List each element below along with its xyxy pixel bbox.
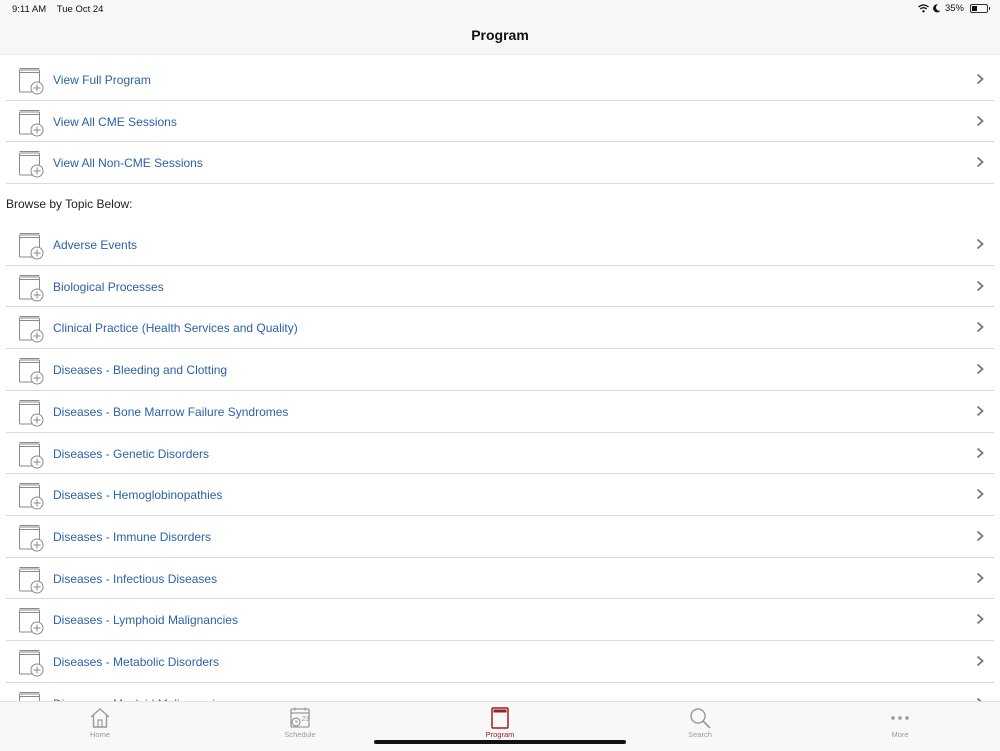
program-item-row[interactable]: View All Non-CME Sessions <box>6 142 994 185</box>
chevron-right-icon <box>976 447 984 458</box>
chevron-right-icon <box>976 363 984 375</box>
topic-item-label: Diseases - Immune Disorders <box>53 529 212 544</box>
add-book-icon <box>19 649 44 677</box>
tab-program-label: Program <box>485 730 515 739</box>
moon-icon <box>933 4 941 13</box>
add-book-icon <box>19 151 44 178</box>
topic-item-row[interactable]: Diseases - Immune Disorders <box>6 516 994 558</box>
status-bar: 9:11 AM Tue Oct 24 35% <box>0 0 1000 18</box>
program-item-label: View All CME Sessions <box>53 114 177 129</box>
add-book-icon <box>19 233 44 260</box>
add-book-icon <box>19 483 44 510</box>
topic-item-label: Diseases - Bleeding and Clotting <box>53 363 228 378</box>
program-item-label: View All Non-CME Sessions <box>53 156 203 171</box>
chevron-right-icon <box>976 614 984 625</box>
topic-item-row[interactable]: Diseases - Hemoglobinopathies <box>6 474 994 516</box>
status-date: Tue Oct 24 <box>56 4 104 15</box>
chevron-right-icon <box>976 238 984 250</box>
calendar-icon: 23 <box>290 707 310 728</box>
search-icon <box>690 708 711 729</box>
topic-item-row[interactable]: Diseases - Genetic Disorders <box>6 433 994 475</box>
status-right: 35% <box>918 3 990 14</box>
topic-list: Adverse Events Biological Processes Clinic… <box>0 224 1000 701</box>
tab-more-label: More <box>891 730 909 739</box>
topic-item-label: Clinical Practice (Health Services and Q… <box>53 321 298 336</box>
battery-icon <box>970 4 990 13</box>
topic-item-label: Diseases - Infectious Diseases <box>53 571 218 586</box>
add-book-icon <box>19 691 40 701</box>
tab-schedule[interactable]: 23 Schedule <box>200 702 400 751</box>
program-list[interactable]: View Full Program View All CME Sessions Vi… <box>0 59 1000 701</box>
topic-item-label: Adverse Events <box>53 238 138 253</box>
battery-fill <box>972 6 977 11</box>
chevron-right-icon <box>976 115 984 126</box>
section-header: Browse by Topic Below: <box>6 184 1000 224</box>
topic-item-label: Diseases - Metabolic Disorders <box>53 654 220 669</box>
topic-item-label: Biological Processes <box>53 279 164 294</box>
battery-percent: 35% <box>944 3 964 14</box>
chevron-right-icon <box>976 405 984 416</box>
add-book-icon <box>19 608 44 635</box>
add-book-icon <box>19 399 44 427</box>
topic-item-row[interactable]: Diseases - Bone Marrow Failure Syndromes <box>6 391 994 433</box>
chevron-right-icon <box>976 280 984 291</box>
wifi-icon <box>918 4 929 13</box>
topic-item-row[interactable]: Biological Processes <box>6 266 994 308</box>
topic-item-row[interactable]: Clinical Practice (Health Services and Q… <box>6 307 994 350</box>
home-icon <box>90 708 110 728</box>
tab-search[interactable]: Search <box>600 702 800 751</box>
chevron-right-icon <box>976 489 984 500</box>
chevron-right-icon <box>976 322 984 333</box>
tab-more[interactable]: More <box>800 702 1000 751</box>
topic-item-label: Diseases - Genetic Disorders <box>53 446 210 461</box>
top-items-list: View Full Program View All CME Sessions Vi… <box>0 59 1000 185</box>
status-time: 9:11 AM <box>12 4 47 15</box>
topic-item-row[interactable]: Adverse Events <box>6 224 994 266</box>
tab-search-label: Search <box>688 730 712 739</box>
topic-item-row[interactable]: Diseases - Bleeding and Clotting <box>6 349 994 391</box>
nav-bar: Program <box>0 18 1000 55</box>
book-icon <box>491 707 509 729</box>
topic-item-row[interactable]: Diseases - Myeloid Malignancies <box>6 683 994 701</box>
topic-item-label: Diseases - Bone Marrow Failure Syndromes <box>53 404 289 419</box>
program-item-row[interactable]: View All CME Sessions <box>6 101 994 143</box>
chevron-right-icon <box>976 73 984 85</box>
section-header-label: Browse by Topic Below: <box>6 197 133 212</box>
topic-item-label: Diseases - Hemoglobinopathies <box>53 488 223 503</box>
status-left: 9:11 AM Tue Oct 24 <box>12 4 103 15</box>
add-book-icon <box>19 524 44 552</box>
chevron-right-icon <box>976 157 984 168</box>
program-item-label: View Full Program <box>53 73 151 87</box>
add-book-icon <box>19 566 44 594</box>
chevron-right-icon <box>976 530 984 542</box>
home-indicator <box>374 740 626 744</box>
page-title: Program <box>471 27 529 43</box>
topic-item-label: Diseases - Lymphoid Malignancies <box>53 613 238 628</box>
chevron-right-icon <box>976 655 984 667</box>
more-icon <box>891 716 909 720</box>
add-book-icon <box>19 316 44 343</box>
add-book-icon <box>19 68 44 95</box>
add-book-icon <box>19 109 44 137</box>
add-book-icon <box>19 358 44 385</box>
add-book-icon <box>19 441 44 468</box>
chevron-right-icon <box>976 572 984 583</box>
topic-item-row[interactable]: Diseases - Lymphoid Malignancies <box>6 599 994 641</box>
svg-text:23: 23 <box>302 716 310 723</box>
tab-home[interactable]: Home <box>0 702 200 751</box>
program-item-row[interactable]: View Full Program <box>6 59 994 101</box>
add-book-icon <box>19 274 44 302</box>
tab-home-label: Home <box>89 730 110 739</box>
topic-item-row[interactable]: Diseases - Metabolic Disorders <box>6 641 994 683</box>
topic-item-row[interactable]: Diseases - Infectious Diseases <box>6 558 994 600</box>
tab-schedule-label: Schedule <box>284 730 316 739</box>
